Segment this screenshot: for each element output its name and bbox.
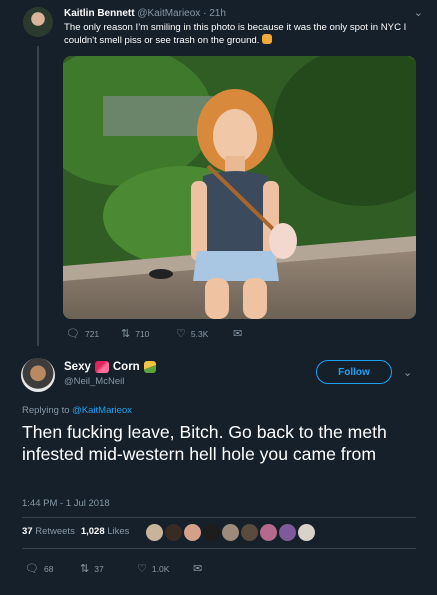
parent-tweet-header: Kaitlin Bennett @KaitMarieox · 21h	[64, 8, 226, 19]
chevron-down-icon[interactable]: ⌄	[414, 6, 423, 19]
liker-avatars	[146, 524, 315, 541]
like-action[interactable]: ♡ 5.3K	[176, 328, 208, 340]
author-name-part1: Sexy	[64, 361, 91, 373]
photo-illustration	[63, 56, 416, 319]
retweet-action[interactable]: ⇅ 37	[80, 563, 104, 575]
mail-icon: ✉	[193, 563, 203, 575]
main-author-name[interactable]: Sexy Corn	[64, 361, 156, 373]
reply-action[interactable]: 🗨 68	[25, 563, 53, 575]
dancer-emoji-icon	[94, 361, 109, 373]
heart-icon: ♡	[176, 328, 186, 340]
tweet-time[interactable]: 21h	[209, 8, 226, 19]
liker-avatar[interactable]	[203, 524, 220, 541]
author-name-part2: Corn	[112, 361, 140, 373]
liker-avatar[interactable]	[184, 524, 201, 541]
reply-icon: 🗨	[25, 563, 39, 575]
raising-hand-emoji-icon	[262, 34, 273, 44]
divider	[22, 517, 416, 518]
liker-avatar[interactable]	[165, 524, 182, 541]
avatar-neil[interactable]	[21, 358, 55, 392]
parent-tweet-text: The only reason I’m smiling in this phot…	[64, 22, 424, 47]
parent-tweet-body: The only reason I’m smiling in this phot…	[64, 22, 407, 46]
mail-icon: ✉	[233, 328, 243, 340]
corn-emoji-icon	[143, 361, 156, 373]
avatar-kaitlin[interactable]	[23, 7, 53, 37]
liker-avatar[interactable]	[298, 524, 315, 541]
retweets-label: Retweets	[35, 526, 75, 537]
reply-icon: 🗨	[66, 328, 80, 340]
retweet-action[interactable]: ⇅ 710	[121, 328, 149, 340]
like-count: 1.0K	[151, 564, 170, 574]
retweet-count: 710	[135, 329, 150, 339]
dot-separator: ·	[203, 8, 207, 19]
tweet-timestamp[interactable]: 1:44 PM - 1 Jul 2018	[22, 498, 110, 509]
engagement-stats: 37 Retweets 1,028 Likes	[22, 526, 129, 537]
replying-to: Replying to @KaitMarieox	[22, 405, 132, 416]
author-handle[interactable]: @KaitMarieox	[137, 8, 200, 19]
retweets-count: 37	[22, 526, 33, 537]
tweet-photo[interactable]	[63, 56, 416, 319]
replying-prefix: Replying to	[22, 405, 70, 416]
retweets-stat[interactable]: 37 Retweets	[22, 526, 75, 537]
author-name[interactable]: Kaitlin Bennett	[64, 8, 135, 19]
follow-button[interactable]: Follow	[316, 360, 392, 384]
retweet-icon: ⇅	[121, 328, 131, 340]
divider	[22, 548, 416, 549]
liker-avatar[interactable]	[279, 524, 296, 541]
heart-icon: ♡	[137, 563, 147, 575]
likes-label: Likes	[107, 526, 130, 537]
liker-avatar[interactable]	[241, 524, 258, 541]
likes-stat[interactable]: 1,028 Likes	[81, 526, 130, 537]
like-action[interactable]: ♡ 1.0K	[137, 563, 169, 575]
chevron-down-icon[interactable]: ⌄	[403, 366, 412, 379]
liker-avatar[interactable]	[146, 524, 163, 541]
likes-count: 1,028	[80, 526, 105, 537]
reply-count: 721	[84, 329, 100, 339]
main-author-handle[interactable]: @Neil_McNeil	[64, 376, 124, 387]
main-tweet-text: Then fucking leave, Bitch. Go back to th…	[22, 422, 387, 464]
reply-count: 68	[43, 564, 54, 574]
liker-avatar[interactable]	[260, 524, 277, 541]
dm-action[interactable]: ✉	[193, 563, 202, 575]
dm-action[interactable]: ✉	[233, 328, 242, 340]
thread-connector	[37, 46, 39, 346]
like-count: 5.3K	[190, 329, 209, 339]
retweet-icon: ⇅	[80, 563, 90, 575]
retweet-count: 37	[94, 564, 104, 574]
replying-handle-link[interactable]: @KaitMarieox	[72, 405, 132, 416]
liker-avatar[interactable]	[222, 524, 239, 541]
reply-action[interactable]: 🗨 721	[66, 328, 99, 340]
